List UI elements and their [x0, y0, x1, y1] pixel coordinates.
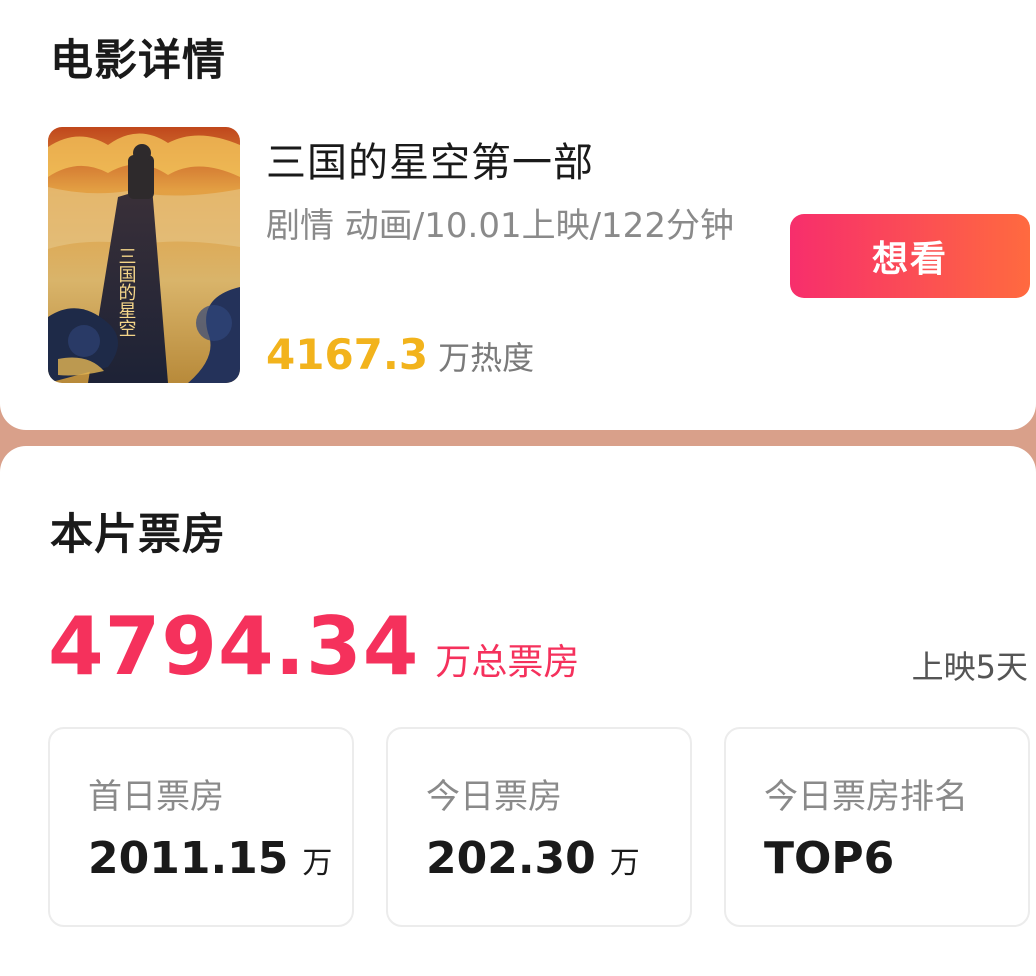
total-boxoffice-value: 4794.34: [48, 600, 420, 693]
movie-details-card: 电影详情 三国的星空 三国的星空第一部 剧情 动画/10.01上映/122分钟 …: [0, 0, 1036, 430]
stat-value-row: 2011.15 万: [88, 833, 332, 884]
days-released-label: 上映5天: [911, 648, 1028, 686]
stat-value-row: TOP6: [764, 833, 908, 884]
stat-label: 首日票房: [88, 777, 224, 817]
movie-title[interactable]: 三国的星空第一部: [266, 130, 594, 188]
boxoffice-section-title: 本片票房: [50, 510, 226, 560]
stat-value: TOP6: [764, 833, 895, 884]
movie-meta: 剧情 动画/10.01上映/122分钟: [266, 206, 734, 246]
stat-label: 今日票房排名: [764, 777, 968, 817]
stat-value: 202.30: [426, 833, 596, 884]
heat-row: 4167.3 万热度: [266, 330, 534, 379]
total-boxoffice-unit: 万总票房: [435, 642, 580, 683]
stat-card-today-rank[interactable]: 今日票房排名 TOP6: [724, 727, 1030, 927]
stat-card-first-day[interactable]: 首日票房 2011.15 万: [48, 727, 354, 927]
heat-unit: 万热度: [438, 339, 535, 377]
stat-label: 今日票房: [426, 777, 562, 817]
stat-value-row: 202.30 万: [426, 833, 640, 884]
stat-unit: 万: [302, 846, 333, 881]
stat-value: 2011.15: [88, 833, 289, 884]
stat-unit: 万: [609, 846, 640, 881]
want-to-watch-button[interactable]: 想看: [790, 214, 1030, 298]
details-section-title: 电影详情: [50, 36, 226, 86]
heat-value: 4167.3: [266, 330, 429, 379]
stat-card-today[interactable]: 今日票房 202.30 万: [386, 727, 692, 927]
movie-poster[interactable]: 三国的星空: [48, 127, 240, 383]
poster-title-text: 三国的星空: [116, 247, 137, 337]
total-boxoffice-row: 4794.34 万总票房: [48, 600, 579, 693]
